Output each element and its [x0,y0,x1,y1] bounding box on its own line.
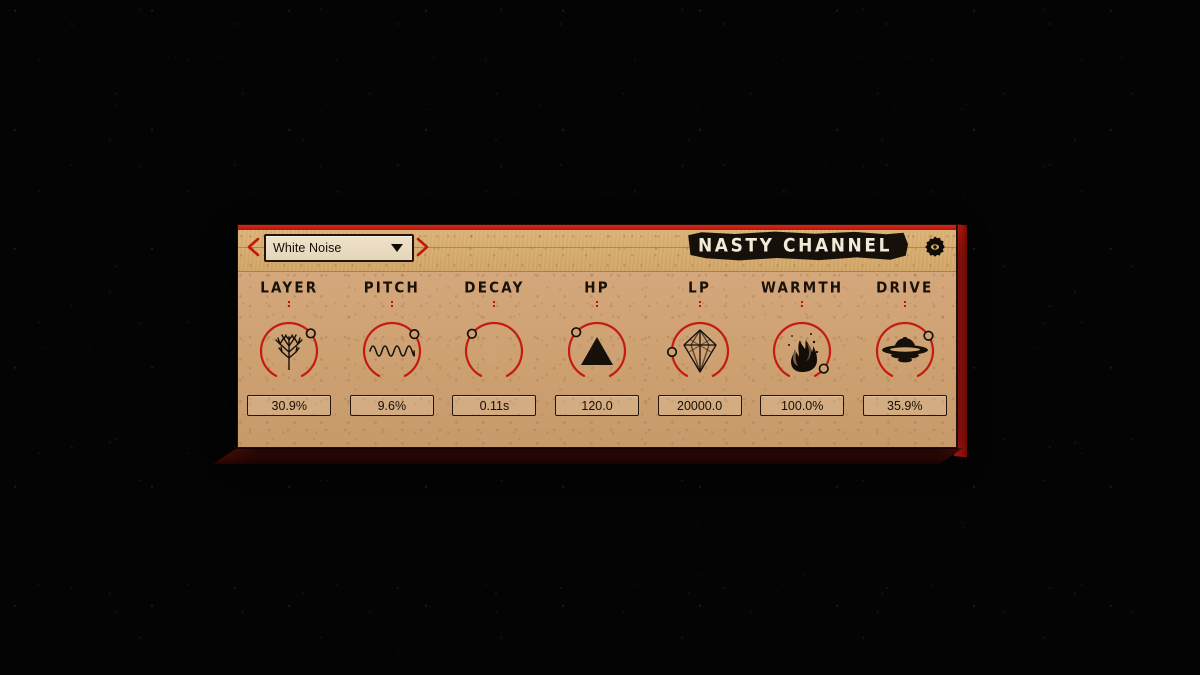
plugin-window: White Noise NASTY CHANNEL LAYER 30.9% PI… [213,224,967,464]
knob-label-pitch: PITCH [363,279,421,297]
knob-value-warmth[interactable]: 100.0% [760,395,845,416]
plugin-face: White Noise NASTY CHANNEL LAYER 30.9% PI… [237,224,957,448]
plugin-body: LAYER 30.9% PITCH 9.6% DECAY 0.11s HP 12… [238,271,956,447]
prev-preset-button[interactable] [246,237,260,260]
knob-handle-drive [923,330,934,341]
plugin-bottom-bevel [213,448,963,464]
knob-arc-pitch [362,321,421,377]
knob-arc-warmth [773,321,832,377]
knob-dial-drive[interactable] [868,314,942,388]
knob-label-dots-lp [698,301,701,313]
brand-title: NASTY CHANNEL [697,234,892,258]
knob-label-drive: DRIVE [876,279,934,297]
chevron-left-icon [247,237,260,257]
knob-dial-pitch[interactable] [355,314,429,388]
knob-cell-hp: HP 120.0 [546,271,649,447]
knob-cell-warmth: WARMTH 100.0% [751,271,854,447]
knob-cell-layer: LAYER 30.9% [238,271,341,447]
knob-label-hp: HP [584,279,610,297]
chevron-down-icon [391,244,403,252]
knob-handle-warmth [818,363,830,374]
knob-label-dots-pitch [390,301,393,313]
chevron-right-icon [416,237,429,257]
knob-arc-lp [666,321,729,377]
knob-value-hp[interactable]: 120.0 [555,395,640,416]
preset-name-label: White Noise [273,241,342,255]
knob-label-layer: LAYER [260,279,319,297]
knob-cell-lp: LP 20000.0 [648,271,751,447]
knob-arc-drive [875,321,934,377]
knob-cell-drive: DRIVE 35.9% [853,271,956,447]
next-preset-button[interactable] [416,237,430,260]
knob-value-drive[interactable]: 35.9% [862,395,947,416]
knob-arc-hp [567,321,627,377]
knob-dial-layer[interactable] [252,314,326,388]
knob-value-layer[interactable]: 30.9% [247,395,332,416]
knob-cell-pitch: PITCH 9.6% [341,271,444,447]
knob-handle-lp [666,346,677,358]
knob-label-dots-decay [493,301,496,313]
knob-cell-decay: DECAY 0.11s [443,271,546,447]
knob-label-dots-layer [288,301,291,313]
knob-dial-decay[interactable] [457,314,531,388]
knob-label-warmth: WARMTH [761,279,844,297]
settings-gear-button[interactable] [923,235,947,259]
gear-eye-icon [925,236,945,257]
knob-arc-decay [465,321,524,377]
knob-value-lp[interactable]: 20000.0 [657,395,742,416]
knob-handle-pitch [409,328,420,340]
knob-value-decay[interactable]: 0.11s [452,395,537,416]
knob-arc-layer [260,321,319,377]
app-backdrop: White Noise NASTY CHANNEL LAYER 30.9% PI… [0,0,1200,675]
knob-handle-hp [571,327,582,338]
knob-dial-lp[interactable] [663,314,737,388]
knob-label-lp: LP [688,279,712,297]
knob-dial-hp[interactable] [560,314,634,388]
knob-dial-warmth[interactable] [765,314,839,388]
knob-label-decay: DECAY [464,279,525,297]
preset-dropdown[interactable]: White Noise [264,234,414,262]
knob-handle-layer [305,328,317,339]
knob-label-dots-drive [903,301,906,313]
knob-label-dots-warmth [801,301,804,313]
knob-label-dots-hp [596,301,599,313]
plugin-top-lip [238,225,956,230]
knob-row: LAYER 30.9% PITCH 9.6% DECAY 0.11s HP 12… [238,271,956,447]
brand-banner: NASTY CHANNEL [688,231,908,261]
knob-handle-decay [467,328,478,339]
knob-value-pitch[interactable]: 9.6% [349,395,434,416]
